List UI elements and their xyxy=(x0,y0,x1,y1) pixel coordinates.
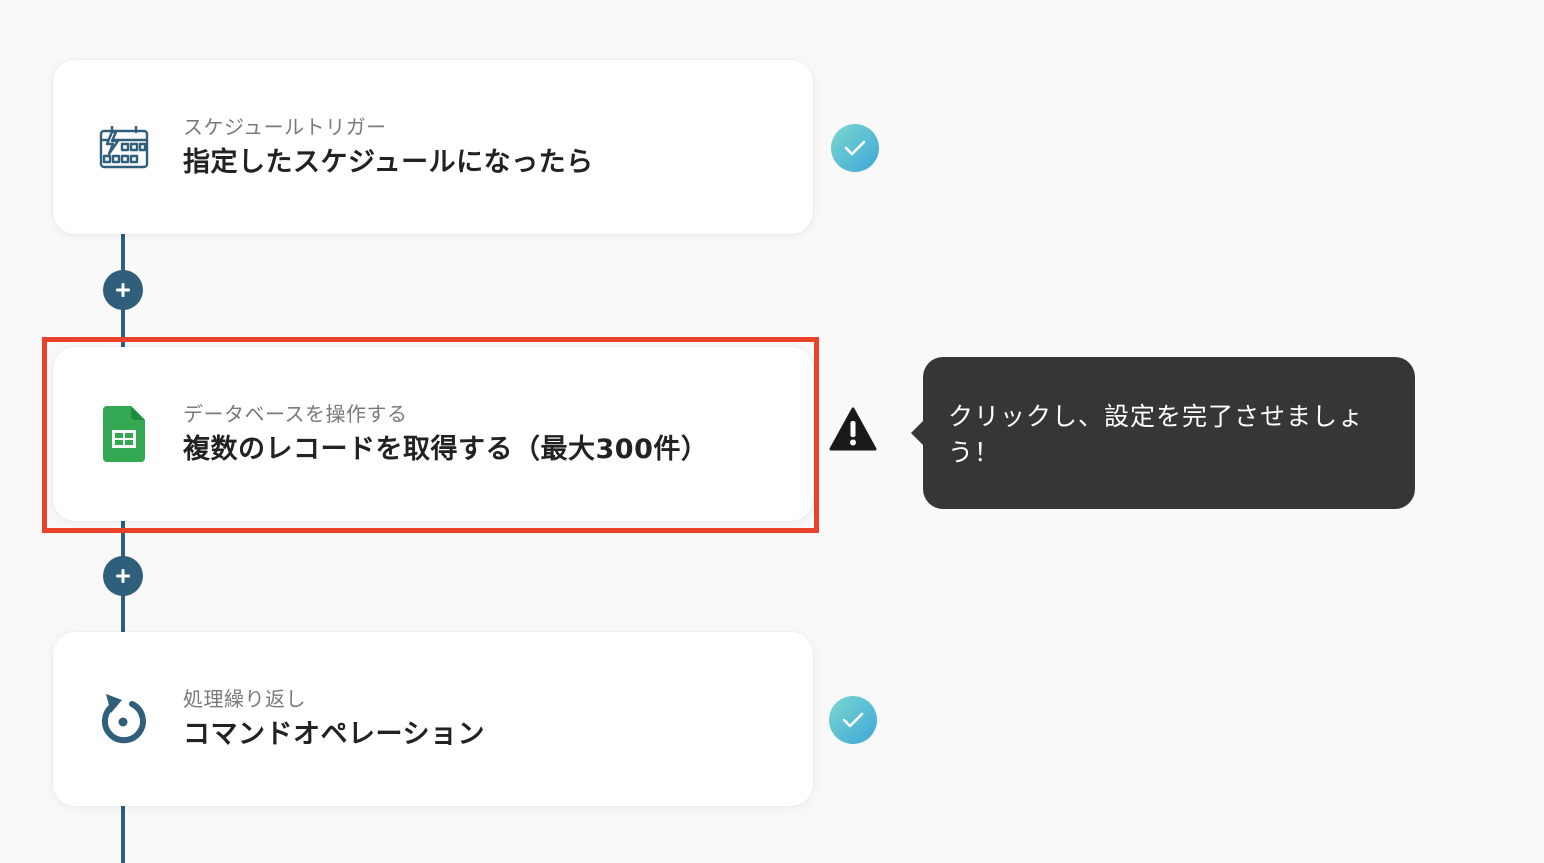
google-sheets-icon xyxy=(97,406,151,462)
tooltip-text: クリックし、設定を完了させましょう！ xyxy=(948,402,1365,467)
step-text: 処理繰り返し コマンドオペレーション xyxy=(183,686,485,752)
step-subtitle: 処理繰り返し xyxy=(183,687,306,711)
connector-line xyxy=(121,805,125,863)
step-card-loop[interactable]: 処理繰り返し コマンドオペレーション xyxy=(53,632,813,806)
step-title: コマンドオペレーション xyxy=(183,719,485,750)
flow-canvas: スケジュールトリガー 指定したスケジュールになったら データベースを操作する 複… xyxy=(0,0,1544,863)
step-title: 指定したスケジュールになったら xyxy=(183,147,594,178)
loop-arrow-icon xyxy=(97,692,151,746)
hint-tooltip: クリックし、設定を完了させましょう！ xyxy=(911,357,1415,509)
step-text: データベースを操作する 複数のレコードを取得する（最大300件） xyxy=(183,401,708,467)
plus-icon xyxy=(116,569,130,583)
step-card-schedule-trigger[interactable]: スケジュールトリガー 指定したスケジュールになったら xyxy=(53,60,813,234)
status-complete-badge xyxy=(829,696,877,744)
add-step-button[interactable] xyxy=(103,556,143,596)
warning-icon xyxy=(829,405,877,453)
step-subtitle: スケジュールトリガー xyxy=(183,115,387,139)
status-complete-badge xyxy=(831,124,879,172)
check-icon xyxy=(844,140,866,156)
step-card-database-operation[interactable]: データベースを操作する 複数のレコードを取得する（最大300件） xyxy=(53,347,813,521)
check-icon xyxy=(842,712,864,728)
step-subtitle: データベースを操作する xyxy=(183,402,408,426)
step-title: 複数のレコードを取得する（最大300件） xyxy=(183,434,709,465)
add-step-button[interactable] xyxy=(103,270,143,310)
step-text: スケジュールトリガー 指定したスケジュールになったら xyxy=(183,114,594,180)
plus-icon xyxy=(116,283,130,297)
schedule-calendar-icon xyxy=(97,120,151,174)
